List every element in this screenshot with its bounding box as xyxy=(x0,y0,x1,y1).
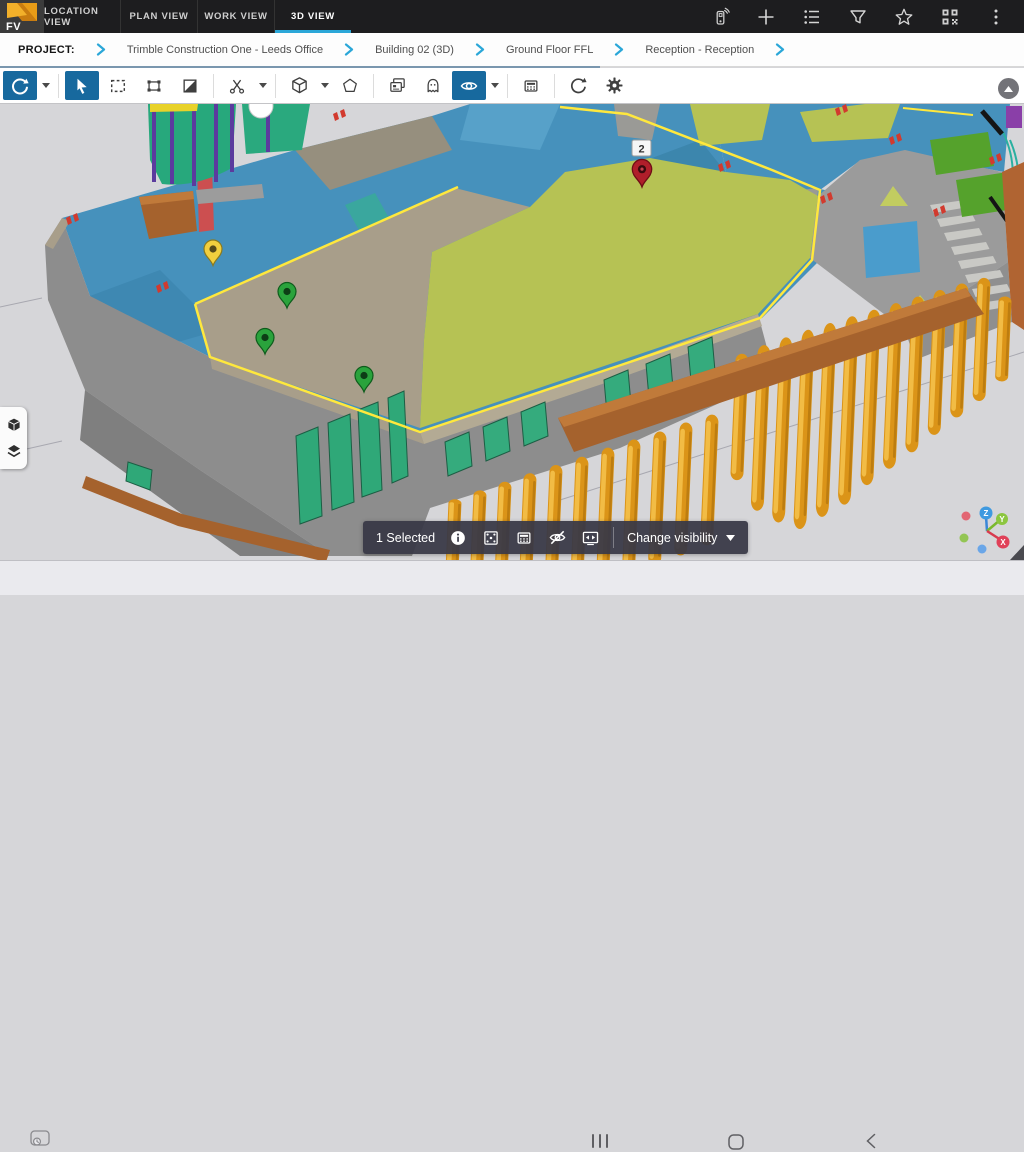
screenshot-button[interactable] xyxy=(28,1128,52,1150)
layers-icon[interactable] xyxy=(6,443,22,459)
window-opening xyxy=(863,221,920,278)
refresh-button[interactable] xyxy=(561,71,595,100)
breadcrumb-item-project[interactable]: Trimble Construction One - Leeds Office xyxy=(127,44,323,56)
tab-location-view[interactable]: LOCATION VIEW xyxy=(44,0,120,33)
zoom-to-selection-button[interactable] xyxy=(481,527,501,549)
dashed-rectangle-icon xyxy=(109,77,127,95)
invert-selection-button[interactable] xyxy=(173,71,207,100)
logo-text: FV xyxy=(6,21,21,33)
keypad-icon xyxy=(515,529,533,547)
views-button[interactable] xyxy=(380,71,414,100)
app-logo: FV xyxy=(0,0,44,33)
hide-icon xyxy=(548,528,567,547)
chevron-right-icon xyxy=(344,43,354,56)
selection-count: 1 Selected xyxy=(376,531,435,545)
invert-selection-icon xyxy=(181,77,199,95)
fit-screen-icon xyxy=(581,528,600,547)
select-button[interactable] xyxy=(65,71,99,100)
chevron-right-icon xyxy=(775,43,785,56)
axis-neg-y[interactable] xyxy=(960,534,969,543)
breadcrumb: PROJECT: Trimble Construction One - Leed… xyxy=(0,33,1024,67)
stacked-views-icon xyxy=(388,76,407,95)
model-tree-icon[interactable] xyxy=(6,417,22,433)
3d-model-scene: 2 Z Y X xyxy=(0,104,1024,560)
tab-3d-view[interactable]: 3D VIEW xyxy=(274,0,351,33)
svg-text:Z: Z xyxy=(984,509,989,518)
breadcrumb-item-building[interactable]: Building 02 (3D) xyxy=(375,44,454,56)
screenshot-icon xyxy=(28,1128,52,1150)
svg-text:X: X xyxy=(1000,538,1006,547)
app-top-bar: FV LOCATION VIEW PLAN VIEW WORK VIEW 3D … xyxy=(0,0,1024,33)
breadcrumb-item-floor[interactable]: Ground Floor FFL xyxy=(506,44,593,56)
view-toolbar xyxy=(0,68,1024,104)
tab-plan-view[interactable]: PLAN VIEW xyxy=(120,0,197,33)
change-visibility-button[interactable]: Change visibility xyxy=(627,531,735,545)
ghost-button[interactable] xyxy=(416,71,450,100)
visibility-dropdown-caret[interactable] xyxy=(488,71,501,100)
caret-up-icon xyxy=(1004,86,1013,92)
star-icon[interactable] xyxy=(894,7,914,27)
back-button[interactable] xyxy=(864,1132,878,1150)
zoom-to-selection-icon xyxy=(482,529,500,547)
home-icon xyxy=(726,1132,746,1152)
overflow-menu-icon[interactable] xyxy=(986,7,1006,27)
axis-neg-x[interactable] xyxy=(962,512,971,521)
chevron-right-icon xyxy=(96,43,106,56)
pin-count-value: 2 xyxy=(638,144,644,156)
scanner-icon[interactable] xyxy=(710,7,730,27)
add-icon[interactable] xyxy=(756,7,776,27)
tab-work-view[interactable]: WORK VIEW xyxy=(197,0,274,33)
purple-element xyxy=(1006,106,1022,128)
breadcrumb-prefix: PROJECT: xyxy=(18,44,75,56)
system-nav-bar xyxy=(0,560,1024,595)
cut-button[interactable] xyxy=(220,71,254,100)
qr-code-icon[interactable] xyxy=(940,7,960,27)
info-icon xyxy=(449,529,467,547)
orbit-button[interactable] xyxy=(3,71,37,100)
3d-viewport[interactable]: 2 Z Y X xyxy=(0,104,1024,560)
recent-apps-button[interactable] xyxy=(590,1132,610,1150)
caret-down-icon xyxy=(726,535,735,541)
selection-action-bar: 1 Selected xyxy=(363,521,748,554)
refresh-icon xyxy=(569,76,588,95)
viewport-side-panel xyxy=(0,407,27,469)
info-button[interactable] xyxy=(448,527,468,549)
prism-icon xyxy=(341,77,359,95)
collapse-toolbar-button[interactable] xyxy=(998,78,1019,99)
axis-neg-z[interactable] xyxy=(978,545,987,554)
polygon-select-button[interactable] xyxy=(137,71,171,100)
recent-apps-icon xyxy=(590,1132,610,1150)
svg-text:Y: Y xyxy=(999,515,1005,524)
chevron-right-icon xyxy=(614,43,624,56)
cursor-icon xyxy=(73,77,91,95)
home-button[interactable] xyxy=(726,1132,746,1152)
chevron-right-icon xyxy=(475,43,485,56)
cut-dropdown-caret[interactable] xyxy=(256,71,269,100)
keypad-icon xyxy=(522,77,540,95)
model-button[interactable] xyxy=(282,71,316,100)
fit-screen-button[interactable] xyxy=(580,527,600,549)
measure-selection-button[interactable] xyxy=(514,527,534,549)
list-icon[interactable] xyxy=(802,7,822,27)
hide-selection-button[interactable] xyxy=(547,527,567,549)
orbit-dropdown-caret[interactable] xyxy=(39,71,52,100)
eye-icon xyxy=(459,76,479,96)
rectangle-select-button[interactable] xyxy=(101,71,135,100)
visibility-button[interactable] xyxy=(452,71,486,100)
topbar-actions xyxy=(710,0,1024,33)
section-button[interactable] xyxy=(333,71,367,100)
ghost-icon xyxy=(424,77,442,95)
cube-icon xyxy=(290,76,309,95)
breadcrumb-item-room[interactable]: Reception - Reception xyxy=(645,44,754,56)
orbit-icon xyxy=(10,76,30,96)
settings-button[interactable] xyxy=(597,71,631,100)
back-icon xyxy=(864,1132,878,1150)
gear-icon xyxy=(605,76,624,95)
measure-button[interactable] xyxy=(514,71,548,100)
scissors-icon xyxy=(228,77,246,95)
polygon-select-icon xyxy=(145,77,163,95)
filter-icon[interactable] xyxy=(848,7,868,27)
model-dropdown-caret[interactable] xyxy=(318,71,331,100)
